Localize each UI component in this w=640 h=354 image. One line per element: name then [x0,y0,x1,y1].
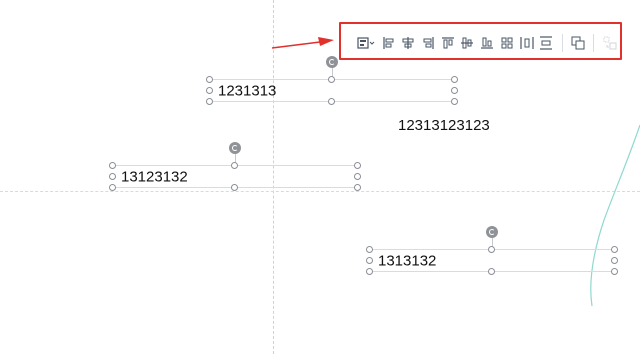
align-middle-vertical-button[interactable] [458,33,477,53]
resize-handle[interactable] [109,184,116,191]
resize-handle[interactable] [354,162,361,169]
align-center-horizontal-icon [402,37,414,49]
align-top-icon [441,37,454,49]
align-left-icon [383,37,394,49]
distribute-grid-button[interactable] [498,33,517,53]
resize-handle[interactable] [451,98,458,105]
align-left-button[interactable] [379,33,398,53]
textbox-1-text[interactable]: 1231313 [218,82,276,99]
resize-handle[interactable] [354,184,361,191]
group-button[interactable] [569,33,588,53]
rotate-handle-icon[interactable] [326,56,338,68]
resize-handle[interactable] [451,87,458,94]
distribute-vertical-button[interactable] [537,33,556,53]
distribute-horizontal-icon [519,37,534,49]
distribute-grid-icon [501,37,513,49]
alignment-toolbar [354,31,620,55]
resize-handle[interactable] [328,98,335,105]
toolbar-separator [561,34,563,52]
ungroup-icon [603,36,617,50]
resize-handle[interactable] [366,246,373,253]
textbox-3-text[interactable]: 1313132 [378,252,436,269]
align-middle-vertical-icon [461,37,474,49]
resize-handle[interactable] [206,98,213,105]
align-dropdown-icon [357,37,375,49]
resize-handle[interactable] [488,268,495,275]
toolbar-separator [593,34,595,52]
resize-handle[interactable] [354,173,361,180]
distribute-vertical-icon [540,36,553,50]
resize-handle[interactable] [231,162,238,169]
free-text[interactable]: 12313123123 [398,117,490,134]
ungroup-button[interactable] [600,33,619,53]
group-icon [571,36,585,50]
resize-handle[interactable] [366,257,373,264]
resize-handle[interactable] [109,173,116,180]
resize-handle[interactable] [611,268,618,275]
horizontal-guide-line [0,191,640,192]
align-top-button[interactable] [438,33,457,53]
align-right-button[interactable] [419,33,438,53]
resize-handle[interactable] [488,246,495,253]
align-center-horizontal-button[interactable] [399,33,418,53]
align-bottom-icon [481,37,494,49]
resize-handle[interactable] [206,76,213,83]
resize-handle[interactable] [451,76,458,83]
align-dropdown-button[interactable] [354,33,378,53]
textbox-2-text[interactable]: 13123132 [121,168,188,185]
resize-handle[interactable] [231,184,238,191]
rotate-handle-icon[interactable] [486,226,498,238]
resize-handle[interactable] [611,257,618,264]
resize-handle[interactable] [611,246,618,253]
rotate-handle-icon[interactable] [229,142,241,154]
resize-handle[interactable] [328,76,335,83]
align-right-icon [423,37,434,49]
align-bottom-button[interactable] [478,33,497,53]
resize-handle[interactable] [206,87,213,94]
distribute-horizontal-button[interactable] [517,33,536,53]
resize-handle[interactable] [109,162,116,169]
resize-handle[interactable] [366,268,373,275]
